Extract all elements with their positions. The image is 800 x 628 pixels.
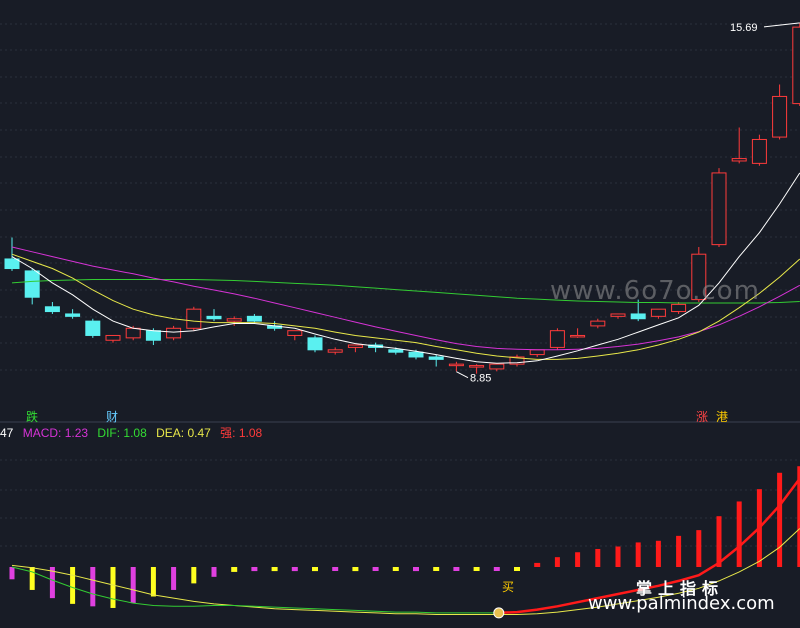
- candle-body-31: [630, 313, 646, 320]
- macd-bar-34: [696, 530, 702, 567]
- candle-body-15: [307, 337, 323, 351]
- macd-bar-18: [372, 567, 379, 571]
- buy-marker-icon: [493, 607, 505, 619]
- candle-body-39: [792, 26, 800, 105]
- macd-bar-25: [514, 567, 520, 571]
- legend-strong: 强: 1.08: [220, 426, 263, 440]
- candle-body-0: [4, 258, 20, 270]
- macd-bar-13: [271, 567, 278, 572]
- watermark-top: www.6o7o.com: [550, 276, 760, 306]
- candle-body-32: [650, 308, 666, 317]
- candle-body-30: [610, 313, 626, 317]
- candle-body-19: [388, 349, 404, 353]
- price-annotations: 15.69 8.85: [456, 22, 800, 385]
- macd-bar-31: [635, 542, 641, 567]
- high-price-label: 15.69: [730, 22, 758, 34]
- macd-bar-35: [716, 516, 722, 567]
- macd-bar-4: [90, 567, 96, 607]
- macd-bar-12: [251, 567, 258, 572]
- macd-bar-9: [191, 567, 197, 584]
- macd-bar-38: [777, 472, 783, 567]
- signal-label-2: 涨: [696, 410, 709, 424]
- macd-bar-28: [575, 552, 581, 567]
- candle-body-9: [186, 308, 202, 329]
- candle-body-20: [408, 351, 424, 358]
- legend-macd: MACD: 1.23: [22, 426, 89, 440]
- candle-body-22: [448, 363, 464, 367]
- candle-body-29: [590, 320, 606, 327]
- macd-bar-32: [655, 540, 661, 567]
- signal-label-1: 财: [106, 410, 119, 424]
- candle-body-7: [145, 330, 161, 341]
- candle-body-23: [469, 365, 485, 368]
- macd-bar-21: [433, 567, 440, 571]
- candle-body-37: [751, 138, 767, 164]
- candle-body-38: [772, 95, 788, 138]
- candle-body-35: [711, 172, 727, 246]
- buy-label: 买: [502, 580, 515, 594]
- macd-bar-33: [676, 535, 682, 567]
- macd-bar-15: [312, 567, 318, 572]
- macd-bar-30: [615, 546, 621, 567]
- macd-bar-23: [473, 567, 480, 571]
- candle-body-24: [489, 363, 505, 370]
- macd-bar-19: [392, 567, 399, 571]
- candle-body-2: [44, 306, 60, 313]
- legend-prev-value: 47: [0, 426, 14, 440]
- candle-body-3: [65, 313, 81, 317]
- macd-bar-14: [291, 567, 298, 572]
- legend-dea: DEA: 0.47: [156, 426, 211, 440]
- candle-body-16: [327, 349, 343, 353]
- signal-label-3: 港: [716, 410, 729, 424]
- candle-body-6: [125, 327, 141, 339]
- candle-body-10: [206, 315, 222, 320]
- macd-bar-29: [595, 548, 601, 567]
- candle-body-21: [428, 356, 444, 360]
- macd-bar-36: [736, 501, 742, 567]
- high-price-arrow: [763, 22, 800, 28]
- macd-bar-27: [554, 557, 560, 567]
- macd-bar-26: [534, 562, 541, 567]
- macd-bar-1: [29, 567, 35, 590]
- macd-bar-24: [493, 567, 500, 571]
- candle-body-17: [347, 344, 363, 348]
- macd-bar-20: [413, 567, 419, 572]
- candle-body-26: [529, 349, 545, 356]
- legend-dif: DIF: 1.08: [97, 426, 147, 440]
- candlestick-series: [4, 22, 800, 374]
- macd-bar-6: [130, 567, 136, 604]
- macd-bar-8: [171, 567, 177, 590]
- macd-legend: 47 MACD: 1.23 DIF: 1.08 DEA: 0.47 强: 1.0…: [0, 424, 268, 441]
- macd-bar-7: [150, 567, 156, 597]
- candle-body-5: [105, 334, 121, 341]
- macd-bar-5: [110, 567, 116, 608]
- macd-bar-0: [9, 567, 15, 580]
- price-and-macd-chart: 15.69 8.85: [0, 22, 800, 619]
- low-price-arrow: [456, 371, 469, 379]
- macd-bar-22: [453, 567, 460, 571]
- watermark-bottom: www.palmindex.com: [588, 593, 775, 614]
- candle-body-28: [570, 334, 586, 338]
- candle-body-8: [166, 327, 182, 339]
- macd-bar-17: [352, 567, 359, 572]
- candle-body-14: [287, 330, 303, 336]
- macd-bar-10: [211, 567, 217, 577]
- macd-bar-11: [231, 567, 238, 572]
- candle-body-4: [85, 320, 101, 336]
- macd-bar-3: [70, 567, 76, 604]
- candle-body-27: [549, 330, 565, 348]
- candle-body-36: [731, 158, 747, 162]
- candle-body-12: [246, 315, 262, 322]
- candle-body-11: [226, 318, 242, 322]
- macd-bar-16: [332, 567, 339, 571]
- low-price-label: 8.85: [470, 373, 491, 385]
- signal-label-0: 跌: [26, 410, 39, 424]
- candle-body-1: [24, 270, 40, 298]
